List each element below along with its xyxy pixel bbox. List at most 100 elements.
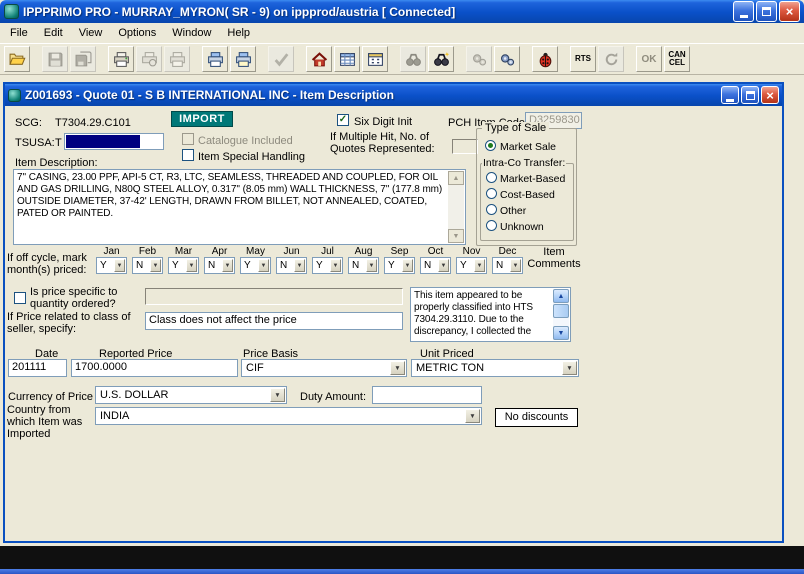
menu-file[interactable]: File bbox=[2, 24, 36, 42]
print-preview-button[interactable] bbox=[136, 46, 162, 72]
currency-combobox[interactable]: U.S. DOLLAR ▼ bbox=[95, 386, 287, 404]
reported-price-field[interactable]: 1700.0000 bbox=[71, 359, 238, 377]
month-may-combobox[interactable]: Y▼ bbox=[240, 257, 271, 274]
dropdown-arrow-icon[interactable]: ▼ bbox=[294, 259, 305, 272]
dropdown-arrow-icon[interactable]: ▼ bbox=[258, 259, 269, 272]
save-all-button[interactable] bbox=[70, 46, 96, 72]
find-next-button[interactable] bbox=[428, 46, 454, 72]
print-button[interactable] bbox=[108, 46, 134, 72]
menu-window[interactable]: Window bbox=[164, 24, 219, 42]
dropdown-arrow-icon[interactable]: ▼ bbox=[150, 259, 161, 272]
comments-scrollbar[interactable]: ▲ ▼ bbox=[553, 289, 569, 340]
print-setup-button[interactable] bbox=[164, 46, 190, 72]
minimize-button[interactable] bbox=[733, 1, 754, 22]
schedule-button[interactable] bbox=[362, 46, 388, 72]
month-oct-combobox[interactable]: N▼ bbox=[420, 257, 451, 274]
process-button[interactable] bbox=[466, 46, 492, 72]
refresh-button[interactable] bbox=[598, 46, 624, 72]
save-button[interactable] bbox=[42, 46, 68, 72]
dropdown-arrow-icon[interactable]: ▼ bbox=[390, 361, 405, 375]
cancel-button[interactable]: CANCEL bbox=[664, 46, 690, 72]
price-specific-field[interactable] bbox=[145, 288, 403, 305]
item-special-handling-checkbox[interactable] bbox=[182, 149, 194, 161]
month-dec-combobox[interactable]: N▼ bbox=[492, 257, 523, 274]
dropdown-arrow-icon[interactable]: ▼ bbox=[510, 259, 521, 272]
dropdown-arrow-icon[interactable]: ▼ bbox=[270, 388, 285, 402]
other-radio[interactable] bbox=[486, 204, 497, 215]
ok-button[interactable]: OK bbox=[636, 46, 662, 72]
no-discounts-button[interactable]: No discounts bbox=[495, 408, 578, 427]
process-all-button[interactable] bbox=[494, 46, 520, 72]
country-value: INDIA bbox=[100, 410, 463, 422]
dropdown-arrow-icon[interactable]: ▼ bbox=[114, 259, 125, 272]
data-grid-button[interactable] bbox=[334, 46, 360, 72]
item-comments-box[interactable]: This item appeared to be properly classi… bbox=[410, 287, 571, 342]
catalogue-included-checkbox[interactable] bbox=[182, 133, 194, 145]
month-sep-combobox[interactable]: Y▼ bbox=[384, 257, 415, 274]
dropdown-arrow-icon[interactable]: ▼ bbox=[186, 259, 197, 272]
bug-button[interactable] bbox=[532, 46, 558, 72]
country-combobox[interactable]: INDIA ▼ bbox=[95, 407, 482, 425]
dropdown-arrow-icon[interactable]: ▼ bbox=[366, 259, 377, 272]
dropdown-arrow-icon[interactable]: ▼ bbox=[465, 409, 480, 423]
month-mar-combobox[interactable]: Y▼ bbox=[168, 257, 199, 274]
dropdown-arrow-icon[interactable]: ▼ bbox=[474, 259, 485, 272]
print-batch-button[interactable] bbox=[230, 46, 256, 72]
month-nov-combobox[interactable]: Y▼ bbox=[456, 257, 487, 274]
tsusa-field[interactable] bbox=[64, 133, 164, 150]
refresh-icon bbox=[603, 51, 620, 68]
rts-button[interactable]: RTS bbox=[570, 46, 596, 72]
validate-button[interactable] bbox=[268, 46, 294, 72]
home-button[interactable] bbox=[306, 46, 332, 72]
scroll-down-icon[interactable]: ▼ bbox=[553, 326, 569, 340]
price-basis-combobox[interactable]: CIF ▼ bbox=[241, 359, 407, 377]
date-field[interactable]: 201111 bbox=[8, 359, 67, 377]
market-based-radio[interactable] bbox=[486, 172, 497, 183]
scroll-up-icon[interactable]: ▲ bbox=[448, 171, 464, 185]
scroll-down-icon[interactable]: ▼ bbox=[448, 229, 464, 243]
menu-options[interactable]: Options bbox=[110, 24, 164, 42]
six-digit-init-checkbox[interactable] bbox=[337, 114, 349, 126]
dropdown-arrow-icon[interactable]: ▼ bbox=[562, 361, 577, 375]
month-aug-value: N bbox=[352, 260, 359, 271]
child-minimize-button[interactable] bbox=[721, 86, 739, 104]
currency-value: U.S. DOLLAR bbox=[100, 389, 268, 401]
app-window: IPPPRIMO PRO - MURRAY_MYRON( SR - 9) on … bbox=[0, 0, 804, 546]
menu-help[interactable]: Help bbox=[219, 24, 258, 42]
maximize-button[interactable] bbox=[756, 1, 777, 22]
month-apr-combobox[interactable]: N▼ bbox=[204, 257, 235, 274]
market-based-label: Market-Based bbox=[500, 173, 565, 185]
dropdown-arrow-icon[interactable]: ▼ bbox=[402, 259, 413, 272]
dropdown-arrow-icon[interactable]: ▼ bbox=[222, 259, 233, 272]
menu-view[interactable]: View bbox=[71, 24, 111, 42]
cost-based-radio[interactable] bbox=[486, 188, 497, 199]
dropdown-arrow-icon[interactable]: ▼ bbox=[438, 259, 449, 272]
month-jul-combobox[interactable]: Y▼ bbox=[312, 257, 343, 274]
import-button[interactable]: IMPORT bbox=[171, 111, 233, 127]
child-maximize-button[interactable] bbox=[741, 86, 759, 104]
price-specific-checkbox[interactable] bbox=[14, 292, 26, 304]
unknown-radio[interactable] bbox=[486, 220, 497, 231]
market-sale-radio[interactable] bbox=[485, 140, 496, 151]
class-seller-field[interactable]: Class does not affect the price bbox=[145, 312, 403, 330]
scroll-up-icon[interactable]: ▲ bbox=[553, 289, 569, 303]
menu-edit[interactable]: Edit bbox=[36, 24, 71, 42]
open-folder-button[interactable] bbox=[4, 46, 30, 72]
child-close-button[interactable]: × bbox=[761, 86, 779, 104]
print-report-button[interactable] bbox=[202, 46, 228, 72]
multiple-hit-field[interactable] bbox=[452, 139, 478, 154]
scrollbar-thumb[interactable] bbox=[553, 304, 569, 318]
item-description-textarea[interactable]: 7'' CASING, 23.00 PPF, API-5 CT, R3, LTC… bbox=[13, 169, 466, 245]
month-jan-combobox[interactable]: Y▼ bbox=[96, 257, 127, 274]
find-button[interactable] bbox=[400, 46, 426, 72]
off-cycle-label: If off cycle, mark month(s) priced: bbox=[7, 252, 95, 276]
dropdown-arrow-icon[interactable]: ▼ bbox=[330, 259, 341, 272]
close-button[interactable]: × bbox=[779, 1, 800, 22]
month-may-value: Y bbox=[244, 260, 251, 271]
duty-amount-field[interactable] bbox=[372, 386, 482, 404]
month-jun-combobox[interactable]: N▼ bbox=[276, 257, 307, 274]
description-scrollbar[interactable]: ▲ ▼ bbox=[448, 171, 464, 243]
month-feb-combobox[interactable]: N▼ bbox=[132, 257, 163, 274]
month-aug-combobox[interactable]: N▼ bbox=[348, 257, 379, 274]
unit-priced-combobox[interactable]: METRIC TON ▼ bbox=[411, 359, 579, 377]
